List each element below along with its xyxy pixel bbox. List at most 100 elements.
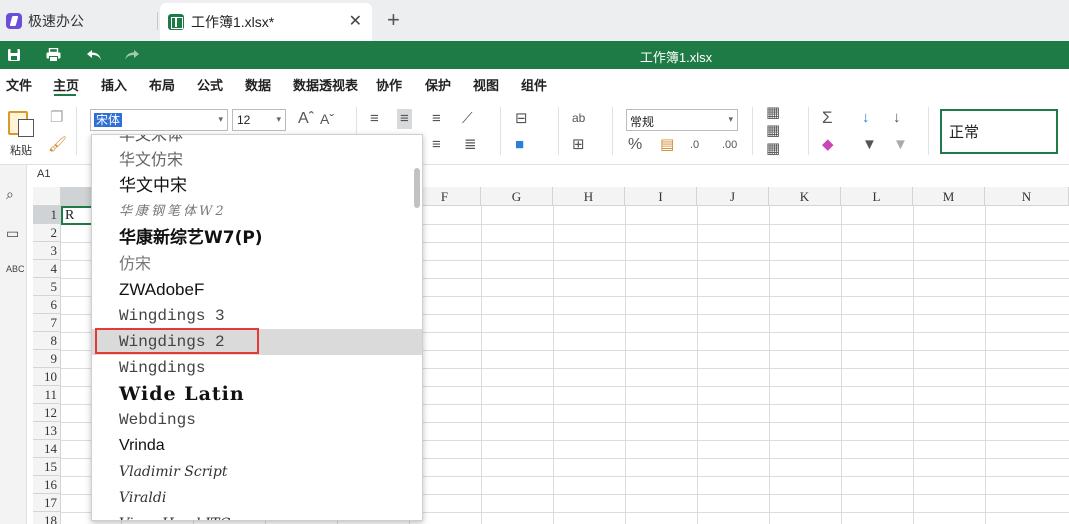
font-option[interactable]: Wide Latin bbox=[92, 381, 422, 407]
justify-icon[interactable]: ≣ bbox=[464, 137, 477, 153]
copy-icon[interactable]: ❐ bbox=[50, 110, 63, 126]
row-header[interactable]: 1 bbox=[33, 206, 61, 224]
currency-icon[interactable]: ▤ bbox=[660, 137, 674, 153]
insert-cells-icon[interactable]: ▦ bbox=[766, 105, 780, 121]
font-option[interactable]: Webdings bbox=[92, 407, 422, 433]
search-icon[interactable]: ⌕ bbox=[6, 186, 14, 203]
cell-style-preview[interactable]: 正常 bbox=[940, 109, 1058, 154]
delete-cells-icon[interactable]: ▦ bbox=[766, 123, 780, 139]
increase-font-icon[interactable]: Aˆ bbox=[298, 111, 314, 127]
new-tab-button[interactable]: + bbox=[387, 8, 400, 32]
merge-cells-icon[interactable]: ⊞ bbox=[572, 137, 585, 153]
row-header[interactable]: 7 bbox=[33, 314, 61, 332]
column-header[interactable]: K bbox=[769, 187, 841, 206]
column-header[interactable]: M bbox=[913, 187, 985, 206]
column-header[interactable]: H bbox=[553, 187, 625, 206]
menu-view[interactable]: 视图 bbox=[473, 75, 499, 94]
menu-formula[interactable]: 公式 bbox=[197, 75, 223, 94]
spellcheck-side-icon[interactable]: ABC bbox=[6, 264, 25, 274]
row-header[interactable]: 14 bbox=[33, 440, 61, 458]
font-option[interactable]: 华文中宋 bbox=[92, 173, 422, 199]
clear-icon[interactable]: ◆ bbox=[822, 137, 834, 153]
ribbon-separator bbox=[808, 107, 809, 155]
document-tab[interactable]: 工作簿1.xlsx* ✕ bbox=[160, 3, 372, 41]
column-header[interactable]: N bbox=[985, 187, 1069, 206]
row-header[interactable]: 2 bbox=[33, 224, 61, 242]
font-option[interactable]: Vladimir Script bbox=[92, 459, 422, 485]
font-option[interactable]: 华康新综艺W7(P) bbox=[92, 225, 422, 251]
font-option[interactable]: Vrinda bbox=[92, 433, 422, 459]
format-painter-icon[interactable]: 🖌 bbox=[48, 137, 67, 153]
menu-file[interactable]: 文件 bbox=[6, 75, 32, 94]
font-option[interactable]: Wingdings bbox=[92, 355, 422, 381]
font-option[interactable]: 华文仿宋 bbox=[92, 147, 422, 173]
menu-home[interactable]: 主页 bbox=[53, 75, 79, 94]
select-all-corner[interactable] bbox=[33, 187, 61, 206]
menu-collaborate[interactable]: 协作 bbox=[376, 75, 402, 94]
font-option[interactable]: 华康钢笔体W2 bbox=[92, 199, 422, 225]
row-header[interactable]: 8 bbox=[33, 332, 61, 350]
align-center-icon[interactable]: ≡ bbox=[397, 109, 412, 129]
dropdown-scrollbar[interactable] bbox=[414, 168, 420, 208]
column-header[interactable]: G bbox=[481, 187, 553, 206]
format-cells-icon[interactable]: ▦ bbox=[766, 141, 780, 157]
row-header[interactable]: 4 bbox=[33, 260, 61, 278]
close-tab-icon[interactable]: ✕ bbox=[349, 11, 362, 31]
fill-color-icon[interactable]: ■ bbox=[515, 137, 524, 153]
row-header[interactable]: 13 bbox=[33, 422, 61, 440]
row-header[interactable]: 5 bbox=[33, 278, 61, 296]
align-bottom-icon[interactable]: ≡ bbox=[432, 137, 441, 153]
text-orientation-icon[interactable]: ⟋ bbox=[462, 111, 473, 127]
row-header[interactable]: 9 bbox=[33, 350, 61, 368]
column-header[interactable]: L bbox=[841, 187, 913, 206]
font-option[interactable]: Viraldi bbox=[92, 485, 422, 511]
menu-components[interactable]: 组件 bbox=[521, 75, 547, 94]
percent-icon[interactable]: % bbox=[628, 137, 642, 153]
app-home-tab[interactable]: 极速办公 bbox=[0, 0, 156, 41]
document-tab-title: 工作簿1.xlsx* bbox=[191, 14, 275, 30]
sort-descending-icon[interactable]: ↓ bbox=[893, 110, 901, 126]
chevron-down-icon: ▾ bbox=[218, 114, 223, 124]
row-header[interactable]: 15 bbox=[33, 458, 61, 476]
row-header[interactable]: 6 bbox=[33, 296, 61, 314]
tab-separator bbox=[157, 12, 158, 30]
font-name-select[interactable]: 宋体 ▾ bbox=[90, 109, 228, 131]
decrease-decimal-icon[interactable]: .00 bbox=[722, 137, 737, 153]
row-header[interactable]: 3 bbox=[33, 242, 61, 260]
align-left-icon[interactable]: ≡ bbox=[370, 111, 379, 127]
clear-filter-icon[interactable]: ▼ bbox=[893, 137, 908, 153]
number-format-select[interactable]: 常规 ▾ bbox=[626, 109, 738, 131]
menu-pivot-table[interactable]: 数据透视表 bbox=[293, 75, 358, 94]
ribbon-separator bbox=[752, 107, 753, 155]
font-size-select[interactable]: 12 ▾ bbox=[232, 109, 286, 131]
row-header[interactable]: 12 bbox=[33, 404, 61, 422]
row-header[interactable]: 17 bbox=[33, 494, 61, 512]
column-header[interactable]: I bbox=[625, 187, 697, 206]
menu-data[interactable]: 数据 bbox=[245, 75, 271, 94]
column-header[interactable]: J bbox=[697, 187, 769, 206]
align-right-icon[interactable]: ≡ bbox=[432, 111, 441, 127]
row-header[interactable]: 16 bbox=[33, 476, 61, 494]
font-option[interactable]: 仿宋 bbox=[92, 251, 422, 277]
spellcheck-icon[interactable]: ab bbox=[572, 110, 585, 126]
menu-protect[interactable]: 保护 bbox=[425, 75, 451, 94]
increase-decimal-icon[interactable]: .0 bbox=[690, 137, 699, 153]
comment-icon[interactable]: ▭ bbox=[6, 225, 19, 242]
font-option[interactable]: Viner Hand ITC bbox=[92, 511, 422, 520]
wrap-text-icon[interactable]: ⊟ bbox=[515, 111, 528, 127]
paste-icon[interactable] bbox=[8, 109, 36, 137]
font-option[interactable]: 华文宋体 bbox=[92, 135, 422, 148]
menu-layout[interactable]: 布局 bbox=[149, 75, 175, 94]
row-header[interactable]: 11 bbox=[33, 386, 61, 404]
sort-ascending-icon[interactable]: ↓ bbox=[862, 110, 870, 126]
ribbon-separator bbox=[558, 107, 559, 155]
filter-icon[interactable]: ▼ bbox=[862, 137, 877, 153]
menu-insert[interactable]: 插入 bbox=[101, 75, 127, 94]
row-header[interactable]: 18 bbox=[33, 512, 61, 524]
font-option[interactable]: ZWAdobeF bbox=[92, 277, 422, 303]
font-option[interactable]: Wingdings 3 bbox=[92, 303, 422, 329]
decrease-font-icon[interactable]: Aˇ bbox=[320, 111, 334, 127]
autosum-icon[interactable]: Σ bbox=[822, 109, 833, 126]
name-box[interactable]: A1 bbox=[33, 166, 93, 184]
row-header[interactable]: 10 bbox=[33, 368, 61, 386]
